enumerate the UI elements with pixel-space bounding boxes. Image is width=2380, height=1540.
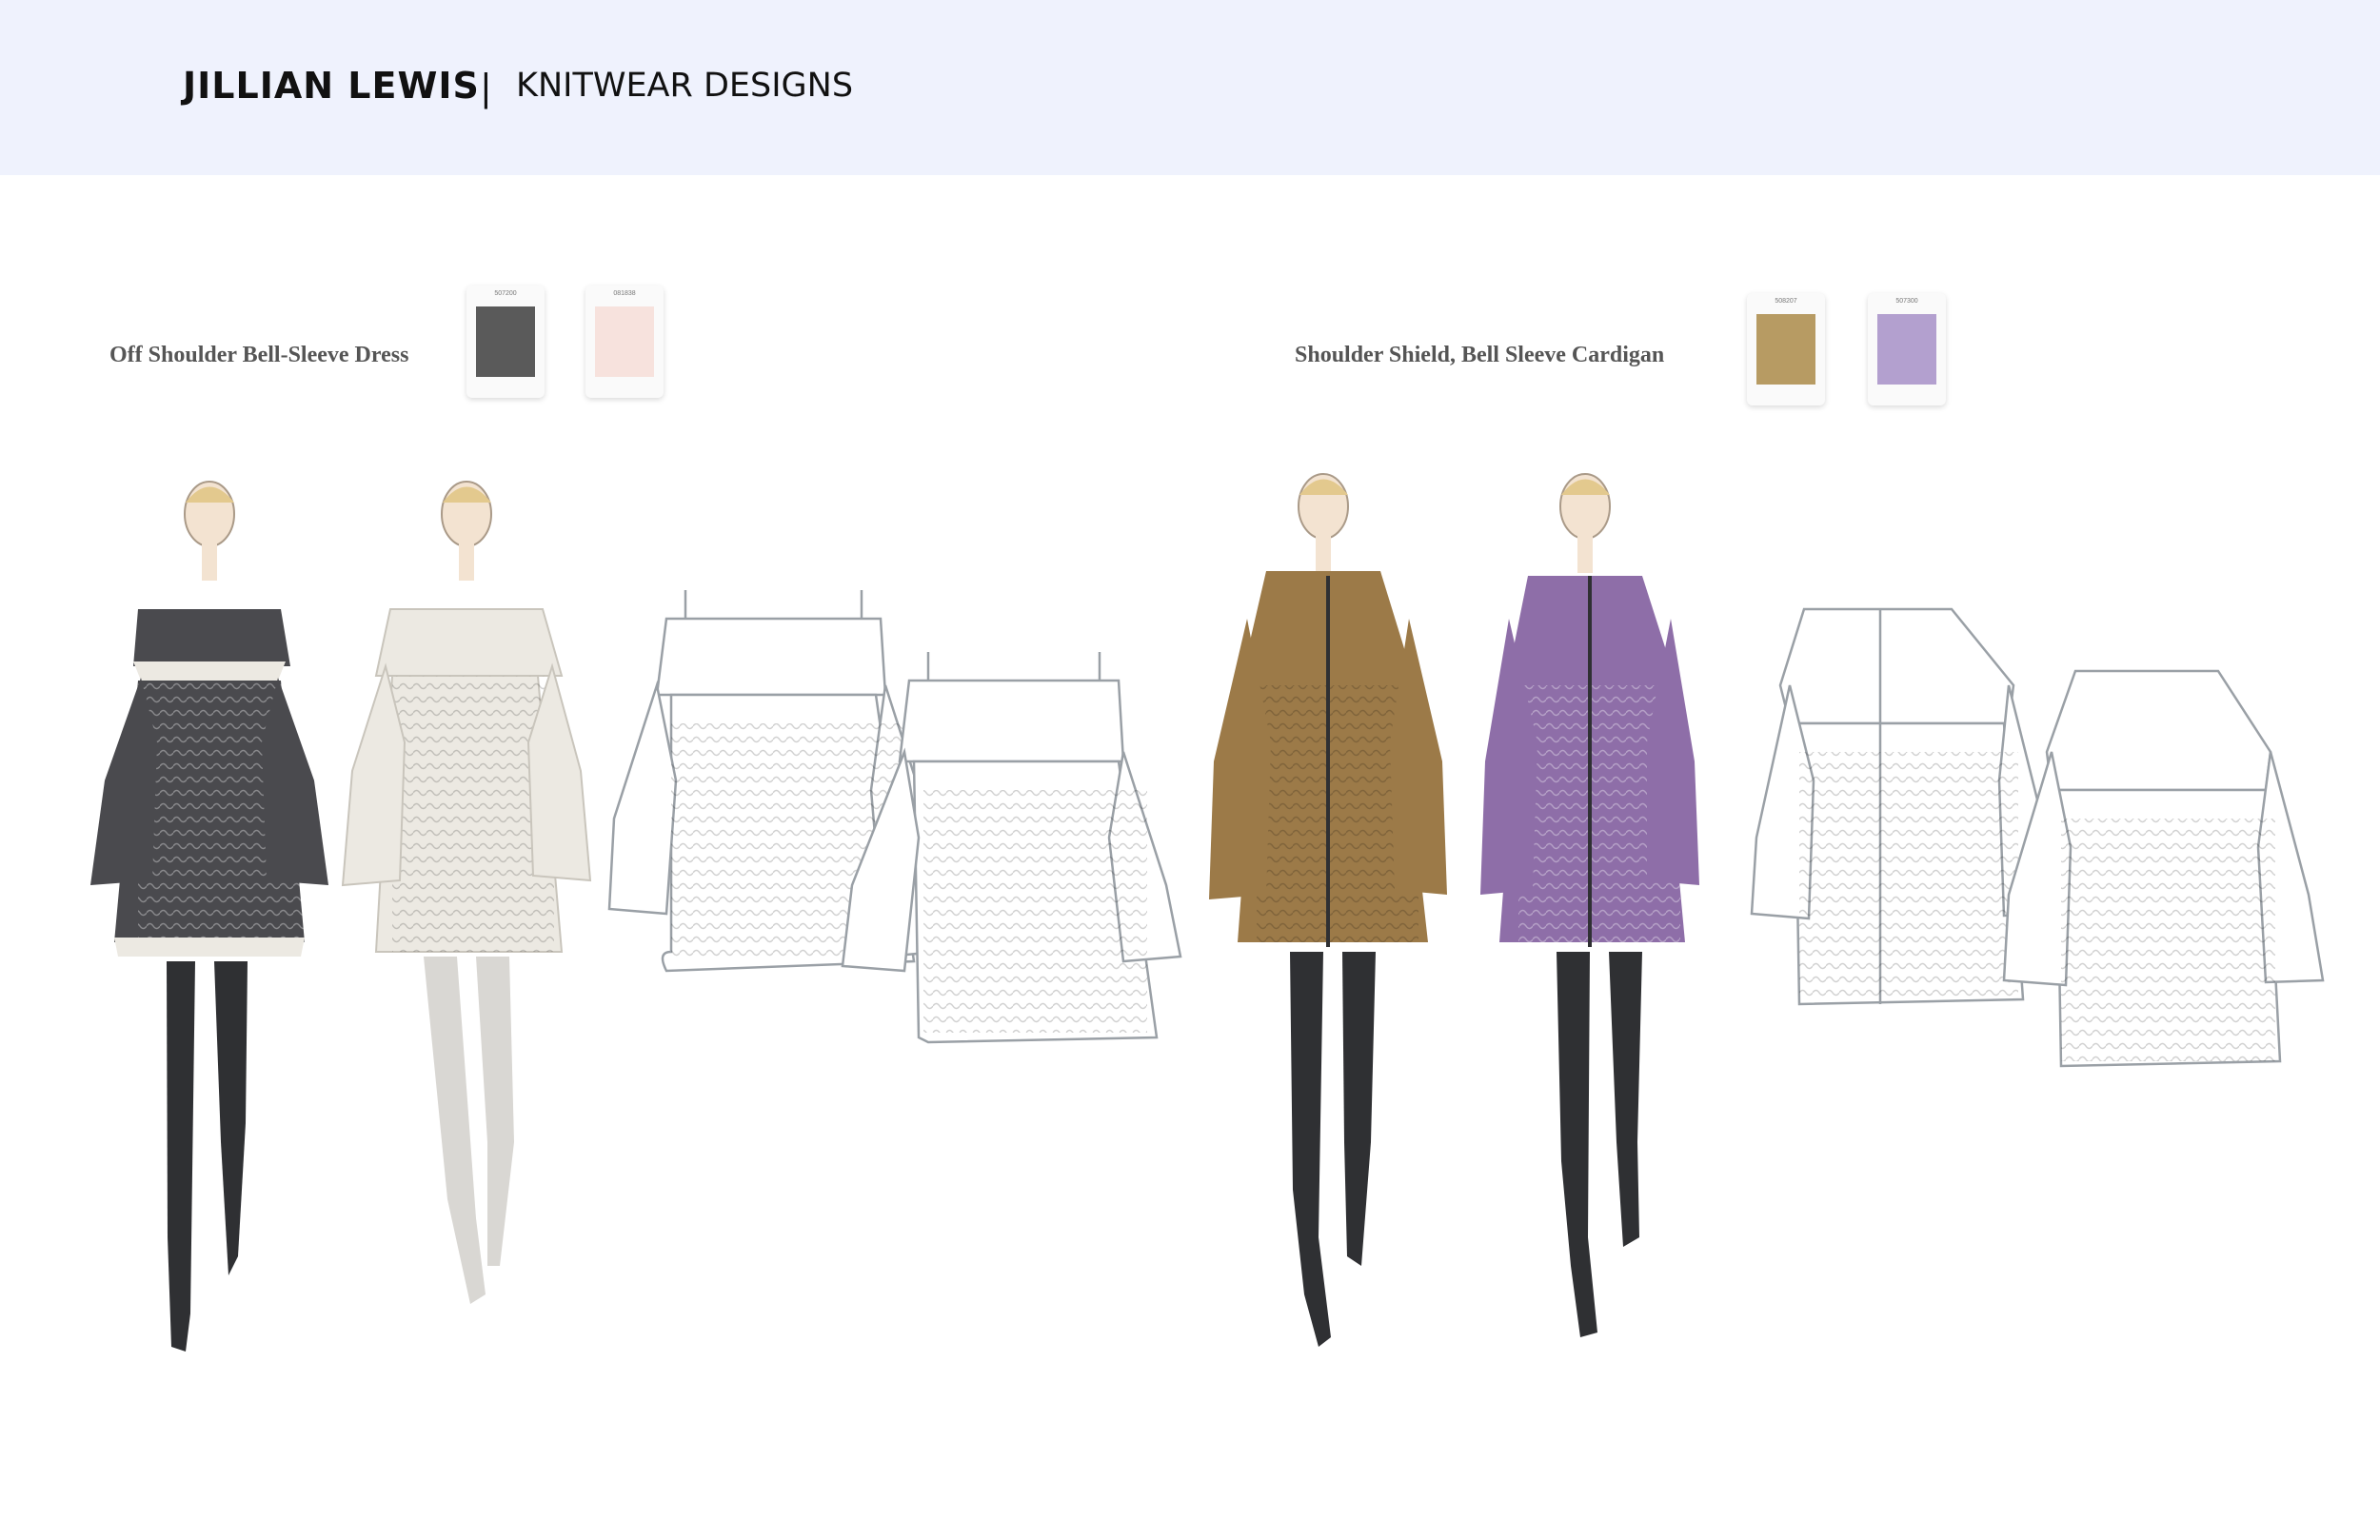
flat-sketch-cardigan-back — [2002, 669, 2325, 1068]
figure-charcoal-dress — [90, 481, 328, 1352]
figure-ivory-dress — [341, 481, 592, 1304]
figure-camel-cardigan — [1209, 473, 1447, 1347]
illustration-canvas — [90, 473, 2325, 1352]
figure-lilac-cardigan — [1480, 473, 1699, 1337]
